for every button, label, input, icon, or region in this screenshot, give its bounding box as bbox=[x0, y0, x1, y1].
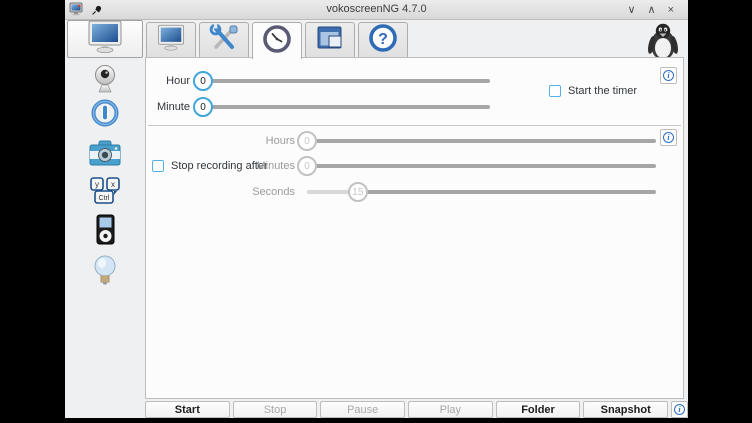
tab-settings[interactable] bbox=[199, 22, 249, 57]
timer-clock-icon bbox=[262, 24, 292, 59]
checkbox-box[interactable] bbox=[549, 85, 561, 97]
windows-icon bbox=[316, 25, 344, 56]
start-button[interactable]: Start bbox=[145, 401, 230, 418]
window-title: vokoscreenNG 4.7.0 bbox=[65, 3, 688, 15]
camera-icon bbox=[88, 140, 122, 173]
sidebar-item-systray[interactable] bbox=[67, 96, 143, 134]
minutes-slider-groove[interactable] bbox=[307, 164, 656, 168]
pause-button[interactable]: Pause bbox=[320, 401, 405, 418]
sidebar: y x Ctrl bbox=[65, 20, 145, 418]
minute-slider[interactable]: 0 bbox=[193, 97, 490, 117]
help-icon: ? bbox=[368, 23, 398, 58]
sidebar-item-camera[interactable] bbox=[67, 137, 143, 175]
minute-slider-handle[interactable]: 0 bbox=[193, 97, 213, 117]
titlebar[interactable]: vokoscreenNG 4.7.0 ∨ ∧ × bbox=[65, 0, 688, 20]
hour-label: Hour bbox=[146, 75, 190, 87]
footer-toolbar: Start Stop Pause Play Folder Snapshot i bbox=[145, 401, 688, 418]
hour-slider-handle[interactable]: 0 bbox=[193, 71, 213, 91]
webcam-icon bbox=[90, 64, 120, 99]
start-timer-checkbox[interactable]: Start the timer bbox=[549, 85, 637, 97]
seconds-slider-handle[interactable]: 15 bbox=[348, 182, 368, 202]
hour-slider-groove[interactable] bbox=[203, 79, 490, 83]
sidebar-item-shortcuts[interactable]: y x Ctrl bbox=[67, 174, 143, 212]
hours-label: Hours bbox=[206, 135, 295, 147]
seconds-label: Seconds bbox=[206, 186, 295, 198]
checkbox-box[interactable] bbox=[152, 160, 164, 172]
hour-slider[interactable]: 0 bbox=[193, 71, 490, 91]
sidebar-item-player[interactable] bbox=[67, 213, 143, 251]
hours-slider-handle[interactable]: 0 bbox=[297, 131, 317, 151]
footer-info-button[interactable]: i bbox=[671, 401, 688, 418]
shade-button[interactable]: ∨ bbox=[627, 1, 635, 19]
sidebar-item-webcam[interactable] bbox=[67, 62, 143, 100]
maximize-button[interactable]: ∧ bbox=[648, 1, 656, 19]
folder-button[interactable]: Folder bbox=[496, 401, 581, 418]
tab-help[interactable]: ? bbox=[358, 22, 408, 57]
sidebar-item-help[interactable] bbox=[67, 253, 143, 291]
close-button[interactable]: × bbox=[668, 1, 674, 19]
hours-slider[interactable]: 0 bbox=[297, 131, 656, 151]
info-icon: i bbox=[663, 132, 674, 143]
vokoscreen-window: vokoscreenNG 4.7.0 ∨ ∧ × bbox=[65, 0, 688, 418]
minutes-slider-handle[interactable]: 0 bbox=[297, 156, 317, 176]
svg-text:y: y bbox=[95, 180, 99, 189]
hours-slider-groove[interactable] bbox=[307, 139, 656, 143]
tab-timer[interactable] bbox=[252, 22, 302, 59]
stop-recording-info-button[interactable]: i bbox=[660, 129, 677, 146]
seconds-slider[interactable]: 15 bbox=[297, 182, 656, 202]
checkbox-label: Start the timer bbox=[568, 85, 637, 97]
info-icon: i bbox=[674, 404, 685, 415]
minutes-slider[interactable]: 0 bbox=[297, 156, 656, 176]
stop-button[interactable]: Stop bbox=[233, 401, 318, 418]
media-player-icon bbox=[92, 214, 118, 251]
svg-text:?: ? bbox=[378, 31, 388, 48]
tools-icon bbox=[209, 24, 239, 57]
tab-windows[interactable] bbox=[305, 22, 355, 57]
minutes-label: Minutes bbox=[206, 160, 295, 172]
lightbulb-icon bbox=[91, 254, 119, 291]
svg-text:x: x bbox=[111, 180, 115, 189]
timer-tab-page: Hour 0 Minute 0 Start the timer bbox=[145, 57, 684, 399]
sidebar-item-screen[interactable] bbox=[67, 20, 143, 58]
screen-tab-icon bbox=[156, 24, 186, 56]
window-body: y x Ctrl bbox=[65, 20, 688, 418]
timer-info-button[interactable]: i bbox=[660, 67, 677, 84]
svg-text:Ctrl: Ctrl bbox=[99, 195, 110, 202]
power-icon bbox=[89, 97, 121, 134]
snapshot-button[interactable]: Snapshot bbox=[583, 401, 668, 418]
group-divider bbox=[148, 125, 681, 126]
keyboard-shortcuts-icon: y x Ctrl bbox=[88, 176, 122, 211]
main-area: ? Hour 0 Minute 0 bbox=[145, 20, 688, 418]
play-button[interactable]: Play bbox=[408, 401, 493, 418]
minute-label: Minute bbox=[146, 101, 190, 113]
tab-screen[interactable] bbox=[146, 22, 196, 57]
info-icon: i bbox=[663, 70, 674, 81]
monitor-icon bbox=[86, 20, 124, 58]
screenshot-stage: vokoscreenNG 4.7.0 ∨ ∧ × bbox=[0, 0, 752, 423]
minute-slider-groove[interactable] bbox=[203, 105, 490, 109]
